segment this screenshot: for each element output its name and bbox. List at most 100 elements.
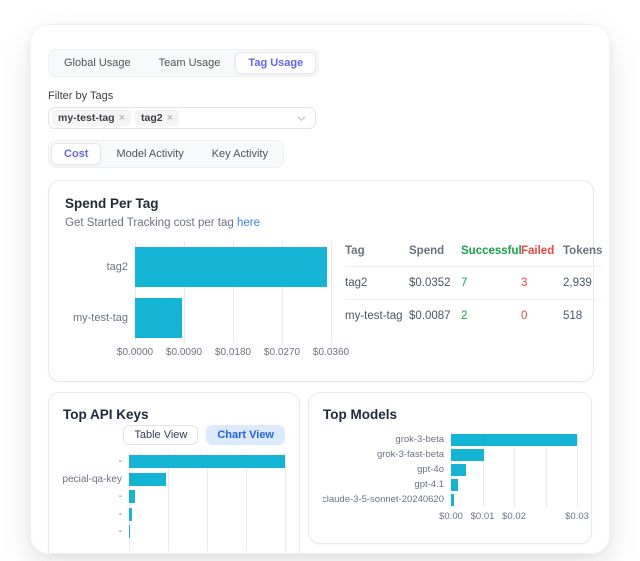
top_api_keys-plot-area: -pecial-qa-key--- bbox=[63, 453, 285, 551]
top_models-tick-label: $0.00 bbox=[439, 511, 463, 522]
cell-tokens: 518 bbox=[563, 310, 602, 322]
top_api_keys-category-label: - bbox=[63, 506, 129, 524]
tab-model-activity[interactable]: Model Activity bbox=[103, 143, 196, 165]
chevron-down-icon[interactable] bbox=[296, 113, 307, 124]
cell-spend: $0.0087 bbox=[409, 310, 461, 322]
top-api-keys-card: Top API Keys Table View Chart View -peci… bbox=[48, 392, 300, 554]
top_models-category-label: grok-3-fast-beta bbox=[323, 447, 451, 462]
cell-tag: my-test-tag bbox=[345, 310, 409, 322]
top_api_keys-category-label: pecial-qa-key bbox=[63, 471, 129, 489]
spend_per_tag-tick-label: $0.0270 bbox=[264, 347, 300, 358]
top_models-category-label: claude-3-5-sonnet-20240620 bbox=[323, 492, 451, 507]
tab-cost[interactable]: Cost bbox=[51, 143, 101, 165]
top_models-bar bbox=[451, 434, 577, 446]
spend-per-tag-title: Spend Per Tag bbox=[65, 196, 577, 211]
spend_per_tag-tick-label: $0.0360 bbox=[313, 347, 349, 358]
top_api_keys-category-axis: -pecial-qa-key--- bbox=[63, 453, 129, 551]
col-header-failed: Failed bbox=[521, 245, 563, 257]
top_models-bar bbox=[451, 464, 466, 476]
spend-per-tag-chart: tag2my-test-tag $0.0000 $0.0090 $0.0180 $0.0… bbox=[65, 241, 331, 359]
top_models-plot bbox=[451, 432, 577, 507]
top_api_keys-category-label: - bbox=[63, 453, 129, 471]
top_api_keys-bar bbox=[129, 508, 132, 521]
top_models-bar-row bbox=[451, 492, 577, 507]
tab-key-activity[interactable]: Key Activity bbox=[199, 143, 281, 165]
top_models-bar bbox=[451, 449, 484, 461]
tag-chip[interactable]: my-test-tag × bbox=[52, 110, 131, 126]
spend_per_tag-tick-label: $0.0180 bbox=[215, 347, 251, 358]
filter-by-tags-label: Filter by Tags bbox=[48, 90, 592, 102]
tag-filter-select[interactable]: my-test-tag × tag2 × bbox=[48, 107, 316, 129]
spend_per_tag-category-axis: tag2my-test-tag bbox=[65, 241, 135, 343]
get-started-link[interactable]: here bbox=[237, 217, 260, 229]
tag-chip-label: tag2 bbox=[141, 112, 163, 124]
top_models-category-axis: grok-3-betagrok-3-fast-betagpt-4ogpt-4.1… bbox=[323, 432, 451, 507]
spend_per_tag-category-label: tag2 bbox=[65, 241, 135, 292]
top_api_keys-category-label: - bbox=[63, 523, 129, 541]
top_api_keys-bar bbox=[129, 525, 130, 538]
top_models-bar bbox=[451, 494, 454, 506]
cell-successful: 7 bbox=[461, 277, 521, 289]
top_models-tick-label: $0.03 bbox=[565, 511, 589, 522]
top_api_keys-bar bbox=[129, 455, 285, 468]
table-row: tag2 $0.0352 7 3 2,939 bbox=[345, 267, 602, 300]
top_api_keys-bar-row bbox=[129, 471, 285, 489]
spend_per_tag-bar bbox=[135, 298, 182, 338]
cell-spend: $0.0352 bbox=[409, 277, 461, 289]
top_models-bar-row bbox=[451, 447, 577, 462]
top_api_keys-bar-row bbox=[129, 488, 285, 506]
top-models-title: Top Models bbox=[323, 407, 577, 422]
spend_per_tag-tick-label: $0.0090 bbox=[166, 347, 202, 358]
col-header-successful: Successful bbox=[461, 245, 521, 257]
spend_per_tag-value-axis: $0.0000$0.0090$0.0180$0.0270$0.0360 bbox=[135, 343, 331, 359]
spend_per_tag-bar-row bbox=[135, 241, 331, 292]
tab-team-usage[interactable]: Team Usage bbox=[146, 52, 234, 74]
top_api_keys-bar bbox=[129, 490, 135, 503]
top_models-category-label: grok-3-beta bbox=[323, 432, 451, 447]
top_models-plot-area: grok-3-betagrok-3-fast-betagpt-4ogpt-4.1… bbox=[323, 432, 577, 507]
top_models-bar-row bbox=[451, 477, 577, 492]
top_models-value-axis: $0.00$0.01$0.02$0.03 bbox=[451, 507, 577, 523]
view-tabs: Cost Model Activity Key Activity bbox=[48, 140, 284, 168]
tab-tag-usage[interactable]: Tag Usage bbox=[235, 52, 316, 74]
top_api_keys-bar-row bbox=[129, 453, 285, 471]
table-view-button[interactable]: Table View bbox=[123, 425, 198, 445]
subtitle-text: Get Started Tracking cost per tag bbox=[65, 217, 234, 229]
spend-per-tag-card: Spend Per Tag Get Started Tracking cost … bbox=[48, 180, 594, 382]
top_api_keys-bar-row bbox=[129, 523, 285, 541]
spend_per_tag-plot-area: tag2my-test-tag bbox=[65, 241, 331, 343]
col-header-tokens: Tokens bbox=[563, 245, 602, 257]
top_models-category-label: gpt-4.1 bbox=[323, 477, 451, 492]
col-header-spend: Spend bbox=[409, 245, 461, 257]
top_models-bar-row bbox=[451, 432, 577, 447]
tag-chip-label: my-test-tag bbox=[58, 112, 115, 124]
spend_per_tag-category-label: my-test-tag bbox=[65, 292, 135, 343]
remove-tag-icon[interactable]: × bbox=[167, 113, 173, 124]
cell-failed: 3 bbox=[521, 277, 563, 289]
top-models-card: Top Models grok-3-betagrok-3-fast-betagp… bbox=[308, 392, 592, 544]
table-row: my-test-tag $0.0087 2 0 518 bbox=[345, 300, 602, 332]
spend_per_tag-tick-label: $0.0000 bbox=[117, 347, 153, 358]
top-api-keys-chart: -pecial-qa-key--- bbox=[63, 453, 285, 551]
top_models-tick-label: $0.02 bbox=[502, 511, 526, 522]
top_models-bar bbox=[451, 479, 458, 491]
top_api_keys-category-label: - bbox=[63, 488, 129, 506]
top_api_keys-bar-row bbox=[129, 506, 285, 524]
top_models-category-label: gpt-4o bbox=[323, 462, 451, 477]
gridline bbox=[577, 432, 578, 507]
tag-chip[interactable]: tag2 × bbox=[135, 110, 179, 126]
col-header-tag: Tag bbox=[345, 245, 409, 257]
spend_per_tag-bar-row bbox=[135, 292, 331, 343]
spend-per-tag-subtitle: Get Started Tracking cost per tag here bbox=[65, 217, 577, 229]
tab-global-usage[interactable]: Global Usage bbox=[51, 52, 144, 74]
cell-tag: tag2 bbox=[345, 277, 409, 289]
top_models-bar-row bbox=[451, 462, 577, 477]
top_models-tick-label: $0.01 bbox=[471, 511, 495, 522]
remove-tag-icon[interactable]: × bbox=[119, 113, 125, 124]
gridline bbox=[331, 241, 332, 343]
chart-view-button[interactable]: Chart View bbox=[206, 425, 285, 445]
spend_per_tag-bar bbox=[135, 247, 327, 287]
cell-tokens: 2,939 bbox=[563, 277, 602, 289]
gridline bbox=[285, 453, 286, 551]
top_api_keys-bar bbox=[129, 473, 166, 486]
